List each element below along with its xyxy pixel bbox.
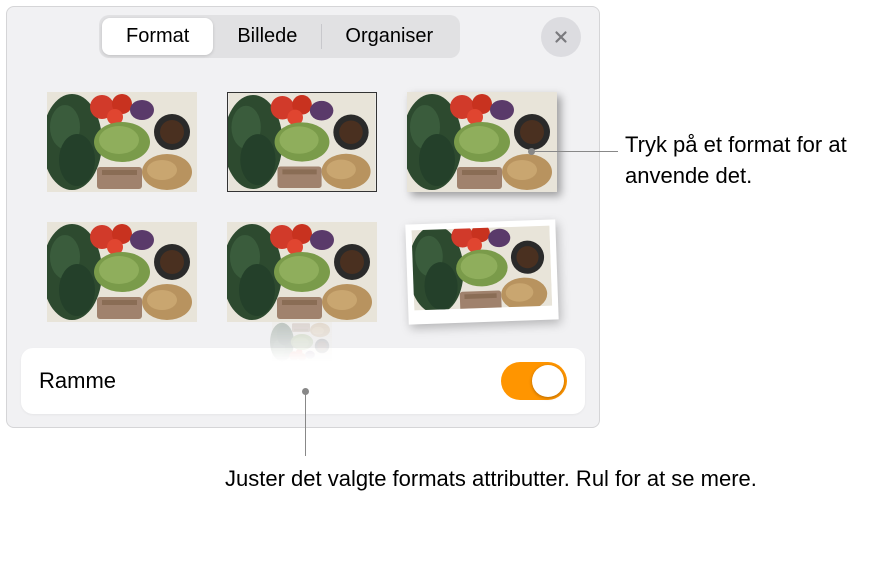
style-option-plain[interactable]	[47, 92, 197, 192]
tab-organiser[interactable]: Organiser	[321, 18, 457, 55]
callout-leader-bottom	[305, 392, 306, 456]
ramme-toggle[interactable]	[501, 362, 567, 400]
format-panel: Format Billede Organiser	[6, 6, 600, 428]
ramme-label: Ramme	[39, 368, 116, 394]
tab-bar: Format Billede Organiser	[7, 7, 599, 62]
tab-format[interactable]: Format	[102, 18, 213, 55]
close-icon	[552, 28, 570, 46]
toggle-knob	[532, 365, 564, 397]
style-option-plain-2[interactable]	[47, 222, 197, 322]
callout-top: Tryk på et format for at anvende det.	[625, 130, 891, 192]
tab-billede[interactable]: Billede	[213, 18, 321, 55]
style-option-thin-border[interactable]	[227, 92, 377, 192]
styles-grid	[7, 62, 599, 340]
callout-leader-top	[532, 151, 618, 152]
callout-bottom: Juster det valgte formats attributter. R…	[225, 464, 757, 495]
style-option-polaroid[interactable]	[407, 222, 557, 322]
close-button[interactable]	[541, 17, 581, 57]
segmented-control: Format Billede Organiser	[99, 15, 460, 58]
style-option-reflection[interactable]	[227, 222, 377, 322]
style-option-shadow[interactable]	[407, 92, 557, 192]
